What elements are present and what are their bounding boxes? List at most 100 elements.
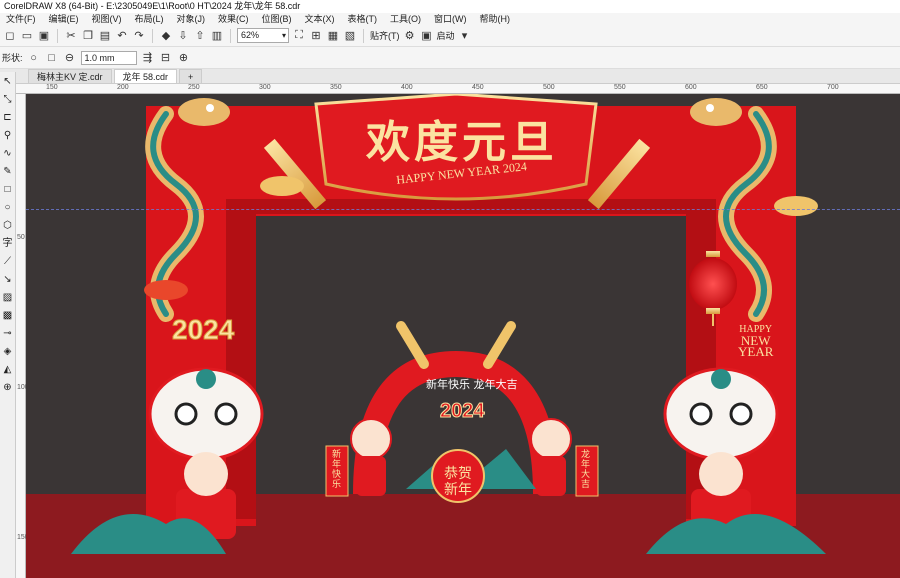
ruler-tick-label: 450 (472, 84, 484, 91)
ellipse-tool-icon[interactable]: ○ (2, 202, 14, 214)
menu-table[interactable]: 表格(T) (348, 13, 378, 25)
guideline[interactable] (26, 209, 900, 210)
ruler-tick-label: 700 (827, 84, 839, 91)
menu-file[interactable]: 文件(F) (6, 13, 36, 25)
open-folder-icon[interactable]: ▭ (20, 29, 34, 43)
year-2024-left: 2024 (171, 314, 235, 346)
rectangle-tool-icon[interactable]: □ (2, 184, 14, 196)
zoom-tool-icon[interactable]: ⚲ (2, 130, 14, 142)
arch-year-2024: 2024 (440, 400, 485, 423)
banner-title: 欢度元旦 (366, 117, 558, 168)
add-icon[interactable]: ⊕ (177, 51, 191, 65)
scroll-text-left: 新年快乐 (332, 450, 342, 490)
menu-view[interactable]: 视图(V) (92, 13, 122, 25)
blessing-line-2: 新年 (444, 482, 472, 498)
horizontal-ruler: 150 200 250 300 350 400 450 500 550 600 … (16, 84, 900, 94)
window-title: CorelDRAW X8 (64-Bit) - E:\2305049E\1\Ro… (0, 0, 900, 13)
options-gear-icon[interactable]: ⚙ (403, 29, 417, 43)
connector-tool-icon[interactable]: ↘ (2, 274, 14, 286)
tab-document-2[interactable]: 龙年 58.cdr (113, 69, 178, 83)
ruler-tick-label: 250 (188, 84, 200, 91)
shape-tool-icon[interactable]: ⤡ (2, 94, 14, 106)
property-bar: 形状: ○ □ ⊖ 1.0 mm ⇶ ⊟ ⊕ (0, 47, 900, 69)
launch-menu[interactable]: 启动 (437, 29, 455, 42)
ruler-tick-label: 200 (117, 84, 129, 91)
menu-bar: 文件(F) 编辑(E) 视图(V) 布局(L) 对象(J) 效果(C) 位图(B… (0, 13, 900, 25)
shape-label: 形状: (2, 53, 23, 63)
circle-shape-icon[interactable]: ○ (27, 51, 41, 65)
export-icon[interactable]: ⇧ (193, 29, 207, 43)
artistic-media-icon[interactable]: ✎ (2, 166, 14, 178)
ruler-tick-label: 550 (614, 84, 626, 91)
ruler-tick-label: 500 (543, 84, 555, 91)
add-tool-icon[interactable]: ⊕ (2, 382, 14, 394)
toolbar-divider (152, 28, 153, 43)
menu-window[interactable]: 窗口(W) (434, 13, 467, 25)
parallel-dimension-icon[interactable]: ⟋ (2, 256, 14, 268)
freehand-tool-icon[interactable]: ∿ (2, 148, 14, 160)
vertical-ruler: 50 100 150 (16, 94, 29, 578)
right-hill (646, 514, 826, 554)
crop-tool-icon[interactable]: ⊏ (2, 112, 14, 124)
to-front-icon[interactable]: ⊟ (159, 51, 173, 65)
publish-pdf-icon[interactable]: ▥ (210, 29, 224, 43)
pick-tool-icon[interactable]: ↖ (2, 76, 14, 88)
transparency-icon[interactable]: ▩ (2, 310, 14, 322)
cut-icon[interactable]: ✂ (64, 29, 78, 43)
zoom-level-select[interactable]: 62% (237, 28, 289, 43)
eyedropper-icon[interactable]: ⊸ (2, 328, 14, 340)
snap-to-menu[interactable]: 贴齐(T) (370, 29, 400, 42)
square-shape-icon[interactable]: □ (45, 51, 59, 65)
copy-icon[interactable]: ❐ (81, 29, 95, 43)
ruler-tick-label: 300 (259, 84, 271, 91)
menu-bitmap[interactable]: 位图(B) (262, 13, 292, 25)
arch-greeting: 新年快乐 龙年大吉 (426, 378, 518, 391)
menu-edit[interactable]: 编辑(E) (49, 13, 79, 25)
toolbar-divider (230, 28, 231, 43)
wrap-text-icon[interactable]: ⇶ (141, 51, 155, 65)
paste-icon[interactable]: ▤ (98, 29, 112, 43)
new-document-icon[interactable]: ◻ (3, 29, 17, 43)
save-icon[interactable]: ▣ (37, 29, 51, 43)
outline-width-input[interactable]: 1.0 mm (80, 50, 137, 65)
ruler-tick-label: 400 (401, 84, 413, 91)
ruler-tick-label: 150 (46, 84, 58, 91)
menu-text[interactable]: 文本(X) (305, 13, 335, 25)
year-word: YEAR (738, 344, 774, 359)
drawing-canvas[interactable]: 欢度元旦 HAPPY NEW YEAR 2024 2024 HAPPY NEW … (26, 94, 900, 578)
happy-new-year-text: HAPPY NEW YEAR (738, 324, 774, 359)
menu-help[interactable]: 帮助(H) (480, 13, 511, 25)
menu-tools[interactable]: 工具(O) (390, 13, 421, 25)
redo-icon[interactable]: ↷ (132, 29, 146, 43)
show-grid-icon[interactable]: ▦ (326, 29, 340, 43)
toolbar-divider (363, 28, 364, 43)
standard-toolbar: ◻ ▭ ▣ ✂ ❐ ▤ ↶ ↷ ◆ ⇩ ⇧ ▥ 62% ⛶ ⊞ ▦ ▧ 贴齐(T… (0, 25, 900, 47)
scroll-text-right: 龙年大吉 (581, 450, 591, 490)
drop-shadow-icon[interactable]: ▨ (2, 292, 14, 304)
toolbar-divider (57, 28, 58, 43)
menu-object[interactable]: 对象(J) (177, 13, 206, 25)
center-blessing: 恭贺 新年 (444, 466, 472, 498)
undo-icon[interactable]: ↶ (115, 29, 129, 43)
full-screen-icon[interactable]: ⛶ (292, 29, 306, 43)
interactive-fill-icon[interactable]: ◈ (2, 346, 14, 358)
tab-add[interactable]: + (179, 69, 203, 83)
search-content-icon[interactable]: ◆ (159, 29, 173, 43)
show-rulers-icon[interactable]: ⊞ (309, 29, 323, 43)
tab-document-1[interactable]: 梅林主KV 定.cdr (28, 69, 112, 83)
smart-fill-icon[interactable]: ◭ (2, 364, 14, 376)
chevron-down-icon[interactable]: ▾ (458, 29, 472, 43)
menu-effects[interactable]: 效果(C) (218, 13, 249, 25)
application-launcher-icon[interactable]: ▣ (420, 29, 434, 43)
ruler-tick-label: 600 (685, 84, 697, 91)
text-tool-icon[interactable]: 字 (2, 238, 14, 250)
blessing-line-1: 恭贺 (444, 466, 472, 482)
show-guidelines-icon[interactable]: ▧ (343, 29, 357, 43)
polygon-tool-icon[interactable]: ⬡ (2, 220, 14, 232)
document-tabs: 梅林主KV 定.cdr 龙年 58.cdr + (0, 69, 900, 84)
ruler-tick-label: 50 (17, 234, 25, 241)
ruler-tick-label: 650 (756, 84, 768, 91)
menu-layout[interactable]: 布局(L) (135, 13, 164, 25)
import-icon[interactable]: ⇩ (176, 29, 190, 43)
ruler-tick-label: 350 (330, 84, 342, 91)
